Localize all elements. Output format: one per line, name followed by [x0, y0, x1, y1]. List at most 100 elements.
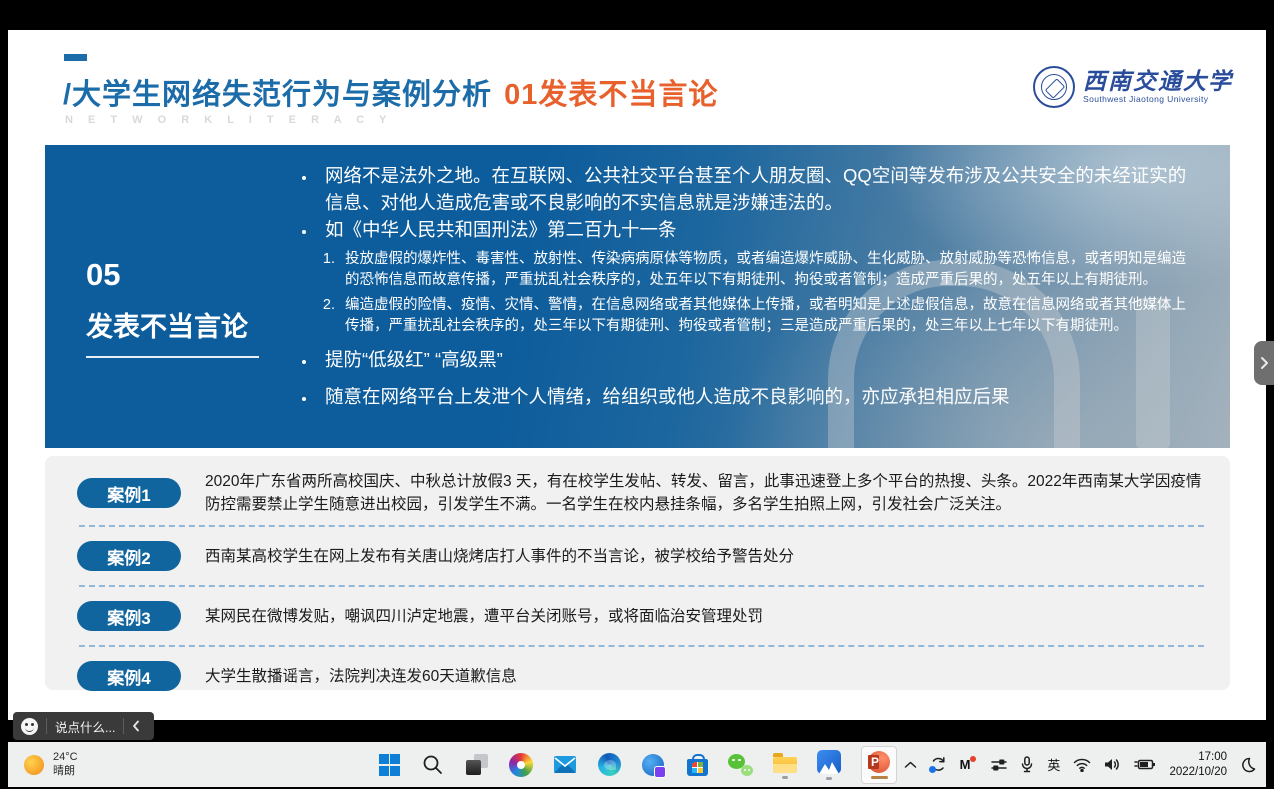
chat-placeholder[interactable]: 说点什么... — [55, 717, 115, 736]
microsoft-store-icon — [687, 759, 708, 776]
case-row: 案例2 西南某高校学生在网上发布有关唐山烧烤店打人事件的不当言论，被学校给予警告… — [77, 536, 1206, 576]
color-wheel-app-button[interactable] — [507, 753, 535, 777]
mountain-app-icon — [817, 750, 841, 774]
tray-time: 17:00 — [1169, 750, 1227, 765]
running-indicator — [826, 777, 832, 780]
task-view-button[interactable] — [463, 754, 491, 775]
file-explorer-button[interactable] — [771, 751, 799, 779]
university-name-cn: 西南交通大学 — [1083, 70, 1233, 94]
weather-widget[interactable]: 24°C 晴朗 — [18, 742, 84, 787]
sync-status-dot — [929, 766, 936, 773]
browser-app-button[interactable] — [639, 754, 667, 776]
microphone-icon — [1020, 756, 1034, 773]
wechat-button[interactable] — [727, 754, 755, 776]
title-accent-dash — [64, 54, 87, 61]
clock-widget[interactable]: 17:00 2022/10/20 — [1169, 750, 1227, 780]
weather-condition: 晴朗 — [53, 765, 78, 779]
wifi-icon — [1073, 758, 1091, 772]
taskbar: 24°C 晴朗 — [8, 742, 1266, 787]
sliders-icon — [991, 758, 1007, 772]
case-panel: 案例1 2020年广东省两所高校国庆、中秋总计放假3 天，有在校学生发帖、转发、… — [45, 456, 1230, 690]
desktop-screen: { "colors": { "accent_blue": "#10659f", … — [0, 0, 1274, 789]
law-item: 编造虚假的险情、疫情、灾情、警情，在信息网络或者其他媒体上传播，或者明知是上述虚… — [339, 295, 1200, 336]
divider — [46, 718, 47, 734]
bullet-item: 如《中华人民共和国刑法》第二百九十一条 — [317, 216, 1200, 243]
dashed-divider — [79, 645, 1204, 647]
active-indicator — [871, 776, 888, 779]
taskbar-app-icons: P — [375, 742, 899, 787]
powerpoint-icon: P — [868, 751, 890, 773]
university-name-en: Southwest Jiaotong University — [1083, 95, 1233, 104]
watermark-text: N E T W O R K L I T E R A C Y — [65, 114, 392, 126]
case-text: 大学生散播谣言，法院判决连发60天道歉信息 — [205, 665, 517, 688]
case-row: 案例3 某网民在微博发贴，嘲讽四川泸定地震，遭平台关闭账号，或将面临治安管理处罚 — [77, 596, 1206, 636]
dashed-divider — [79, 525, 1204, 527]
speaker-icon — [1104, 757, 1121, 772]
chevron-up-icon — [904, 761, 917, 769]
browser-with-badge-icon — [642, 754, 664, 776]
search-icon — [422, 754, 444, 776]
case-text: 某网民在微博发贴，嘲讽四川泸定地震，遭平台关闭账号，或将面临治安管理处罚 — [205, 605, 763, 628]
side-panel-expand-tab[interactable] — [1254, 341, 1274, 385]
wechat-icon — [728, 754, 754, 776]
start-button[interactable] — [375, 754, 403, 775]
case-row: 案例1 2020年广东省两所高校国庆、中秋总计放假3 天，有在校学生发帖、转发、… — [77, 470, 1206, 516]
case-row: 案例4 大学生散播谣言，法院判决连发60天道歉信息 — [77, 656, 1206, 696]
do-not-disturb-button[interactable] — [1240, 757, 1256, 773]
mail-icon — [553, 755, 577, 774]
bullet-item: 网络不是法外之地。在互联网、公共社交平台甚至个人朋友圈、QQ空间等发布涉及公共安… — [317, 162, 1200, 216]
mixer-tray-button[interactable] — [991, 758, 1007, 772]
case-badge: 案例2 — [77, 541, 181, 571]
law-numbered-list: 投放虚假的爆炸性、毒害性、放射性、传染病病原体等物质，或者编造爆炸威胁、生化威胁… — [295, 249, 1200, 336]
section-underline — [86, 356, 259, 358]
case-badge: 案例3 — [77, 601, 181, 631]
color-wheel-icon — [509, 753, 533, 777]
weather-temperature: 24°C — [53, 751, 78, 765]
emoji-icon[interactable] — [21, 718, 38, 735]
wifi-tray-button[interactable] — [1073, 758, 1091, 772]
chevron-right-icon — [1259, 356, 1269, 370]
moon-icon — [1240, 757, 1256, 773]
divider — [123, 718, 124, 734]
bullet-list-top: 网络不是法外之地。在互联网、公共社交平台甚至个人朋友圈、QQ空间等发布涉及公共安… — [295, 162, 1200, 243]
sunny-weather-icon — [24, 755, 44, 775]
collapse-chevron-left-icon[interactable] — [132, 720, 140, 732]
edge-icon — [598, 753, 621, 776]
search-button[interactable] — [419, 754, 447, 776]
edge-browser-button[interactable] — [595, 753, 623, 776]
university-seal-icon — [1033, 66, 1075, 108]
mountain-app-button[interactable] — [815, 750, 843, 780]
store-button[interactable] — [683, 754, 711, 776]
powerpoint-button-active[interactable]: P — [859, 746, 899, 784]
microphone-tray-button[interactable] — [1020, 756, 1034, 773]
section-number: 05 — [86, 257, 259, 293]
law-item: 投放虚假的爆炸性、毒害性、放射性、传染病病原体等物质，或者编造爆炸威胁、生化威胁… — [339, 249, 1200, 290]
powerpoint-letter: P — [871, 755, 879, 769]
folder-icon — [773, 757, 797, 773]
active-app-highlight: P — [861, 746, 897, 784]
m-app-tray-button[interactable]: M — [960, 757, 970, 772]
ime-language-button[interactable]: 英 — [1047, 755, 1060, 774]
tray-expand-button[interactable] — [904, 761, 917, 769]
case-text: 2020年广东省两所高校国庆、中秋总计放假3 天，有在校学生发帖、转发、留言，此… — [205, 470, 1206, 516]
sync-tray-button[interactable] — [930, 756, 947, 773]
bullet-list-bottom: 提防“低级红” “高级黑” 随意在网络平台上发泄个人情绪，给组织或他人造成不良影… — [295, 346, 1200, 410]
slide-title: /大学生网络失范行为与案例分析 — [63, 71, 492, 113]
bullet-item: 随意在网络平台上发泄个人情绪，给组织或他人造成不良影响的，亦应承担相应后果 — [317, 383, 1200, 410]
system-tray: M 英 17:00 2022/10/20 — [904, 742, 1262, 787]
windows-logo-icon — [379, 754, 400, 775]
volume-tray-button[interactable] — [1104, 757, 1121, 772]
running-indicator — [782, 776, 788, 779]
case-badge: 案例1 — [77, 478, 181, 508]
presentation-slide: /大学生网络失范行为与案例分析 01发表不当言论 N E T W O R K L… — [8, 30, 1266, 720]
battery-charging-icon — [1134, 758, 1156, 771]
section-content-box: 05 发表不当言论 网络不是法外之地。在互联网、公共社交平台甚至个人朋友圈、QQ… — [45, 145, 1230, 448]
university-logo: 西南交通大学 Southwest Jiaotong University — [1033, 66, 1233, 108]
chat-input-bar[interactable]: 说点什么... — [13, 712, 154, 740]
mail-app-button[interactable] — [551, 755, 579, 774]
notification-dot — [970, 756, 976, 762]
section-label: 05 发表不当言论 — [86, 257, 259, 358]
battery-tray-button[interactable] — [1134, 758, 1156, 771]
dashed-divider — [79, 585, 1204, 587]
slide-header: /大学生网络失范行为与案例分析 01发表不当言论 — [63, 71, 718, 113]
